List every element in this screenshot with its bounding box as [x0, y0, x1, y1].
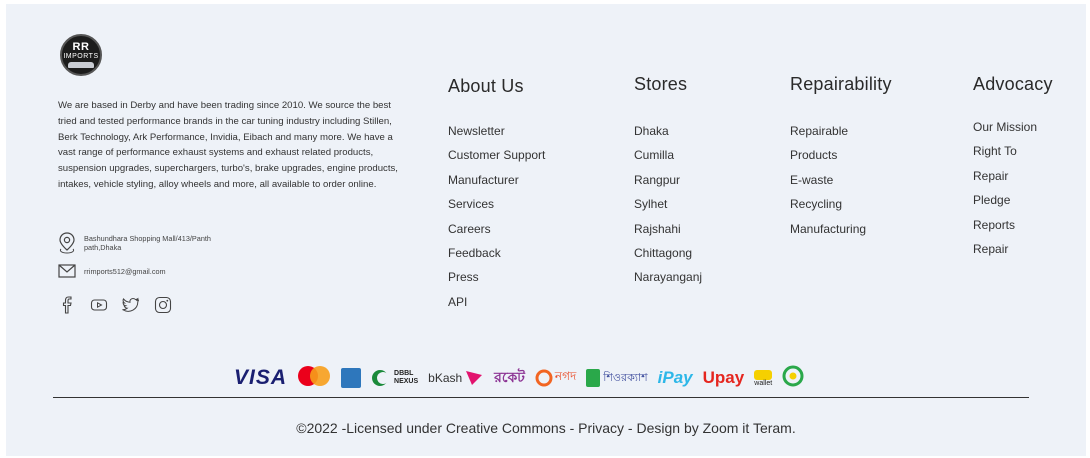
footer-column-repairability: Repairability Repairable Products E-wast…: [790, 74, 892, 241]
link-pledge[interactable]: Pledge: [973, 188, 1053, 212]
link-repair[interactable]: Repair: [973, 164, 1053, 188]
address-text: Bashundhara Shopping Mall/413/Panth path…: [84, 234, 211, 252]
link-store-sylhet[interactable]: Sylhet: [634, 192, 702, 216]
bkash-logo: bKash: [428, 369, 484, 387]
nagad-logo: নগদ: [535, 368, 576, 388]
link-right-to[interactable]: Right To: [973, 139, 1053, 163]
link-repairable[interactable]: Repairable: [790, 119, 892, 143]
column-title-stores: Stores: [634, 74, 688, 94]
link-store-rajshahi[interactable]: Rajshahi: [634, 217, 702, 241]
link-services[interactable]: Services: [448, 192, 545, 216]
dbbl-nexus-logo: DBBL NEXUS: [371, 369, 418, 387]
about-description: We are based in Derby and have been trad…: [58, 100, 398, 190]
email-text: rrimports512@gmail.com: [84, 266, 166, 276]
instagram-icon[interactable]: [154, 296, 172, 314]
column-title-about: About Us: [448, 76, 524, 96]
link-products[interactable]: Products: [790, 143, 892, 167]
link-repair-2[interactable]: Repair: [973, 237, 1053, 261]
column-title-repairability: Repairability: [790, 74, 892, 94]
shurecash-logo: শিওরক্যাশ: [586, 369, 648, 388]
wallet-logo: wallet: [754, 369, 773, 387]
link-store-rangpur[interactable]: Rangpur: [634, 168, 702, 192]
link-reports[interactable]: Reports: [973, 213, 1053, 237]
link-feedback[interactable]: Feedback: [448, 241, 545, 265]
brand-logo[interactable]: RR IMPORTS: [60, 34, 102, 76]
visa-logo: VISA: [234, 366, 288, 389]
link-careers[interactable]: Careers: [448, 217, 545, 241]
social-links: [58, 296, 172, 314]
rocket-logo: রকেট: [494, 369, 525, 385]
site-footer: RR IMPORTS We are based in Derby and hav…: [6, 4, 1086, 456]
bkash-text: bKash: [428, 371, 463, 385]
nexus-text: NEXUS: [394, 378, 419, 385]
mail-icon: [58, 264, 76, 278]
upay-logo: Upay: [702, 368, 745, 387]
link-press[interactable]: Press: [448, 265, 545, 289]
facebook-icon[interactable]: [58, 296, 76, 314]
dbbl-text: DBBL: [394, 370, 414, 377]
copyright-text: ©2022 -Licensed under Creative Commons -…: [296, 420, 796, 436]
link-customer-support[interactable]: Customer Support: [448, 143, 545, 167]
link-store-dhaka[interactable]: Dhaka: [634, 119, 702, 143]
payment-methods: VISA DBBL NEXUS bKash রকেট নগদ শিওরক্যাশ…: [234, 364, 804, 392]
footer-column-advocacy: Advocacy Our Mission Right To Repair Ple…: [973, 74, 1053, 261]
link-store-cumilla[interactable]: Cumilla: [634, 143, 702, 167]
link-store-narayanganj[interactable]: Narayanganj: [634, 265, 702, 289]
logo-car-graphic: [68, 62, 94, 68]
link-recycling[interactable]: Recycling: [790, 192, 892, 216]
link-store-chittagong[interactable]: Chittagong: [634, 241, 702, 265]
link-e-waste[interactable]: E-waste: [790, 168, 892, 192]
link-manufacturer[interactable]: Manufacturer: [448, 168, 545, 192]
youtube-icon[interactable]: [90, 296, 108, 314]
link-manufacturing[interactable]: Manufacturing: [790, 217, 892, 241]
footer-column-stores: Stores Dhaka Cumilla Rangpur Sylhet Rajs…: [634, 74, 702, 290]
nagad-text: নগদ: [554, 369, 577, 383]
footer-divider: [53, 397, 1029, 398]
mastercard-logo: [297, 365, 331, 392]
link-newsletter[interactable]: Newsletter: [448, 119, 545, 143]
contact-email[interactable]: rrimports512@gmail.com: [58, 264, 244, 278]
footer-column-about: About Us Newsletter Customer Support Man…: [448, 76, 545, 314]
column-title-advocacy: Advocacy: [973, 74, 1053, 94]
green-wallet-logo: [782, 365, 804, 392]
shurecash-text: শিওরক্যাশ: [603, 371, 648, 384]
link-api[interactable]: API: [448, 290, 545, 314]
twitter-icon[interactable]: [122, 296, 140, 314]
location-icon: [59, 232, 75, 254]
wallet-text: wallet: [754, 379, 773, 387]
ipay-logo: iPay: [657, 368, 693, 387]
logo-subtext: IMPORTS: [63, 53, 99, 60]
contact-address: Bashundhara Shopping Mall/413/Panth path…: [58, 232, 244, 254]
amex-logo: [341, 368, 362, 388]
link-our-mission[interactable]: Our Mission: [973, 115, 1053, 139]
logo-text: RR: [72, 41, 90, 53]
